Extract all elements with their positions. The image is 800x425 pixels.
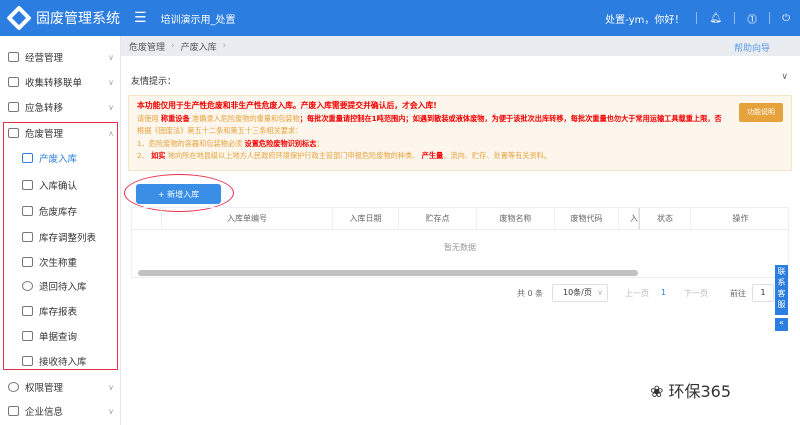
- table-header: 入库单编号 入库日期 贮存点 废物名称 废物代码 入 状态 操作: [132, 208, 788, 230]
- grid-icon: [8, 406, 19, 416]
- collapse-icon[interactable]: «: [775, 318, 788, 331]
- notice-line: 2、 如实 地向所在地县级以上地方人民政府环境保护行政主管部门申报危险废物的种类…: [137, 151, 552, 160]
- app-title: 固废管理系统: [36, 11, 120, 27]
- page-size-value: 10条/页: [563, 288, 592, 297]
- column-header: 入: [619, 208, 639, 230]
- page-size-select[interactable]: 10条/页 ∨: [552, 284, 608, 302]
- watermark: ❀ 环保365: [650, 382, 732, 401]
- customer-service-button[interactable]: 联系客服: [775, 265, 788, 315]
- horizontal-scrollbar[interactable]: [138, 270, 638, 276]
- chevron-right-icon: ›: [222, 41, 227, 51]
- highlight-box: [3, 122, 118, 370]
- column-header: 废物代码: [555, 208, 619, 230]
- goto-label: 前往: [730, 289, 746, 298]
- empty-text: 暂无数据: [444, 243, 476, 252]
- column-header: 操作: [732, 214, 749, 223]
- column-header: 入库日期: [333, 208, 399, 230]
- sidebar: 经营管理 ∨ 收集转移联单 ∨ 应急转移 ∨ 危废管理 ∧ 产废入库 入库确认 危废库存…: [0, 36, 121, 425]
- chevron-down-icon: ∨: [108, 77, 114, 87]
- edit-icon: [8, 102, 19, 112]
- play-icon[interactable]: ⓵: [747, 11, 757, 26]
- chevron-down-icon: ∨: [597, 288, 603, 297]
- sidebar-item-label: 应急转移: [25, 103, 64, 114]
- sidebar-item-business[interactable]: 经营管理 ∨: [8, 50, 114, 64]
- sidebar-item-label: 收集转移联单: [25, 78, 83, 89]
- tip-label: 友情提示：: [131, 77, 177, 87]
- menu-toggle-icon[interactable]: ☰: [134, 10, 147, 26]
- goto-page-input[interactable]: 1: [752, 284, 774, 302]
- next-page-button[interactable]: 下一页: [684, 288, 708, 299]
- chevron-down-icon: ∨: [108, 406, 114, 416]
- column-header: 状态: [639, 208, 691, 230]
- sidebar-item-emergency[interactable]: 应急转移 ∨: [8, 100, 114, 114]
- power-icon[interactable]: ⏻: [782, 13, 790, 24]
- sidebar-item-permission[interactable]: 权限管理 ∨: [8, 380, 114, 394]
- notice-line: 根据《固废法》第五十二条和第五十三条相关要求：: [137, 126, 303, 135]
- column-header: 废物名称: [477, 208, 555, 230]
- divider: [769, 12, 771, 24]
- column-header: 入库单编号: [162, 208, 333, 230]
- sidebar-item-company[interactable]: 企业信息 ∨: [8, 404, 114, 418]
- inbound-table: 入库单编号 入库日期 贮存点 废物名称 废物代码 入 状态 操作 暂无数据: [131, 207, 789, 278]
- monitor-icon: [8, 52, 19, 62]
- sidebar-item-label: 企业信息: [25, 407, 64, 418]
- total-count: 共 0 条: [517, 289, 544, 298]
- current-page[interactable]: 1: [661, 288, 666, 297]
- chevron-down-icon[interactable]: ∨: [781, 72, 788, 82]
- feature-info-button[interactable]: 功能说明: [739, 103, 783, 122]
- column-header: 贮存点: [399, 208, 477, 230]
- logo-icon: [6, 5, 32, 31]
- breadcrumb-item[interactable]: 产废入库: [181, 40, 217, 53]
- notice-line: 请使用 称重设备 准确录入危险废物的重量和包装物；每批次重量请控制在1吨范围内；…: [137, 113, 722, 123]
- column-header: [132, 208, 162, 230]
- prev-page-button[interactable]: 上一页: [625, 288, 649, 299]
- org-name: 培训演示用_处置: [160, 14, 236, 26]
- user-greeting: 处置-ym，你好！: [605, 14, 685, 26]
- gear-icon: [8, 382, 19, 392]
- help-guide-link[interactable]: 帮助向导: [734, 41, 770, 54]
- divider: [734, 12, 736, 24]
- bell-icon[interactable]: 🔔︎: [709, 13, 722, 24]
- chevron-down-icon: ∨: [108, 52, 114, 62]
- chevron-down-icon: ∨: [108, 102, 114, 112]
- top-header: 固废管理系统 ☰ 培训演示用_处置 处置-ym，你好！ 🔔︎ ⓵ ⏻: [0, 0, 800, 36]
- sidebar-item-transfer[interactable]: 收集转移联单 ∨: [8, 75, 114, 89]
- chevron-down-icon: ∨: [108, 382, 114, 392]
- breadcrumb-item[interactable]: 危废管理: [129, 40, 165, 53]
- notice-line: 1、危险废物的容器和包装物必须 设置危险废物识别标志；: [137, 138, 324, 148]
- notice-line: 本功能仅用于生产性危废和非生产性危废入库。产废入库需要提交并确认后，才会入库!: [137, 101, 437, 110]
- chart-icon: [8, 77, 19, 87]
- chevron-right-icon: ›: [171, 41, 175, 51]
- notice-box: 本功能仅用于生产性危废和非生产性危废入库。产废入库需要提交并确认后，才会入库! …: [128, 95, 792, 171]
- divider: [696, 12, 698, 24]
- sidebar-item-label: 权限管理: [25, 383, 64, 394]
- breadcrumb: 危废管理 › 产废入库 ›: [121, 36, 800, 56]
- sidebar-item-label: 经营管理: [25, 53, 64, 64]
